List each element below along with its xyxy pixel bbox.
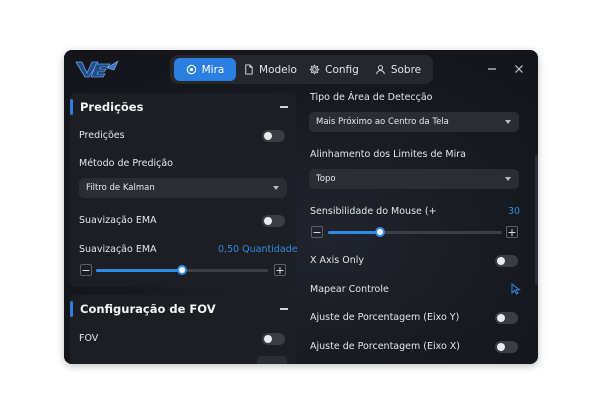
tab-mira[interactable]: Mira xyxy=(174,58,236,81)
metodo-value: Filtro de Kalman xyxy=(86,183,155,193)
fov-toggle[interactable] xyxy=(262,333,285,345)
tab-config[interactable]: Config xyxy=(304,58,364,81)
tab-modelo[interactable]: Modelo xyxy=(240,58,300,81)
ajuste-y-toggle[interactable] xyxy=(495,312,518,324)
area-select[interactable]: Mais Próximo ao Centro da Tela xyxy=(309,112,519,132)
predicoes-toggle-label: Predições xyxy=(79,130,125,141)
metodo-select[interactable]: Filtro de Kalman xyxy=(79,178,287,198)
ema-increment-button[interactable]: + xyxy=(274,264,286,276)
ajuste-x-toggle[interactable] xyxy=(495,341,518,353)
collapse-icon[interactable] xyxy=(280,106,288,108)
tab-mira-label: Mira xyxy=(201,63,225,76)
align-value: Topo xyxy=(316,174,336,184)
tab-sobre-label: Sobre xyxy=(390,63,422,76)
ema-decrement-button[interactable]: − xyxy=(80,264,92,276)
target-icon xyxy=(186,64,196,75)
area-value: Mais Próximo ao Centro da Tela xyxy=(316,117,449,127)
ema-toggle[interactable] xyxy=(262,215,285,227)
minimize-icon xyxy=(488,68,496,70)
align-label: Alinhamento dos Limites de Mira xyxy=(310,149,466,160)
collapse-icon[interactable] xyxy=(280,308,288,310)
app-logo xyxy=(74,58,120,80)
sens-increment-button[interactable]: + xyxy=(506,226,518,238)
align-select[interactable]: Topo xyxy=(309,169,519,189)
sens-slider-track[interactable] xyxy=(328,231,502,234)
chevron-down-icon xyxy=(505,120,511,124)
app-window: Mira Modelo Config Sobre Predições Predi… xyxy=(64,50,538,364)
sens-label: Sensibilidade do Mouse (+ xyxy=(310,206,437,217)
title-bar: Mira Modelo Config Sobre xyxy=(64,50,538,88)
area-label: Tipo de Área de Detecção xyxy=(310,92,433,103)
sens-value: 30 xyxy=(508,206,521,217)
gear-icon xyxy=(309,64,320,75)
metodo-label: Método de Predição xyxy=(79,158,173,169)
ajuste-y-label: Ajuste de Porcentagem (Eixo Y) xyxy=(310,312,460,323)
predicoes-header[interactable]: Predições xyxy=(70,93,296,121)
ema-toggle-label: Suavização EMA xyxy=(79,215,157,226)
chevron-down-icon xyxy=(505,177,511,181)
ema-slider-fill xyxy=(96,269,182,272)
ema-slider-value: 0,50 Quantidade xyxy=(218,244,298,255)
predicoes-panel: Predições Predições Método de Predição F… xyxy=(70,93,298,287)
chevron-down-icon xyxy=(273,186,279,190)
mapear-label: Mapear Controle xyxy=(310,284,389,295)
fov-toggle-label: FOV xyxy=(79,333,99,344)
ema-slider-label: Suavização EMA xyxy=(79,244,157,255)
xaxis-toggle[interactable] xyxy=(495,255,518,267)
xaxis-label: X Axis Only xyxy=(310,255,365,266)
tab-sobre[interactable]: Sobre xyxy=(368,58,428,81)
tab-modelo-label: Modelo xyxy=(259,63,297,76)
fov-header[interactable]: Configuração de FOV xyxy=(70,295,296,323)
user-icon xyxy=(376,65,385,75)
accent-bar xyxy=(70,99,73,115)
accent-bar xyxy=(70,301,73,317)
partial-button[interactable] xyxy=(257,356,287,364)
ema-slider-thumb[interactable] xyxy=(177,265,187,275)
file-icon xyxy=(245,64,253,75)
predicoes-toggle[interactable] xyxy=(262,130,285,142)
fov-panel: Configuração de FOV FOV xyxy=(70,295,296,364)
tab-config-label: Config xyxy=(325,63,359,76)
fov-title: Configuração de FOV xyxy=(80,302,216,316)
sens-slider-fill xyxy=(328,231,381,234)
scrollbar[interactable] xyxy=(535,155,538,285)
sens-decrement-button[interactable]: − xyxy=(311,226,323,238)
minimize-button[interactable] xyxy=(485,62,499,76)
close-icon xyxy=(515,65,523,73)
close-button[interactable] xyxy=(512,62,526,76)
ajuste-x-label: Ajuste de Porcentagem (Eixo X) xyxy=(310,341,461,352)
predicoes-title: Predições xyxy=(80,100,144,114)
cursor-icon[interactable] xyxy=(511,283,521,295)
main-nav: Mira Modelo Config Sobre xyxy=(170,55,433,84)
